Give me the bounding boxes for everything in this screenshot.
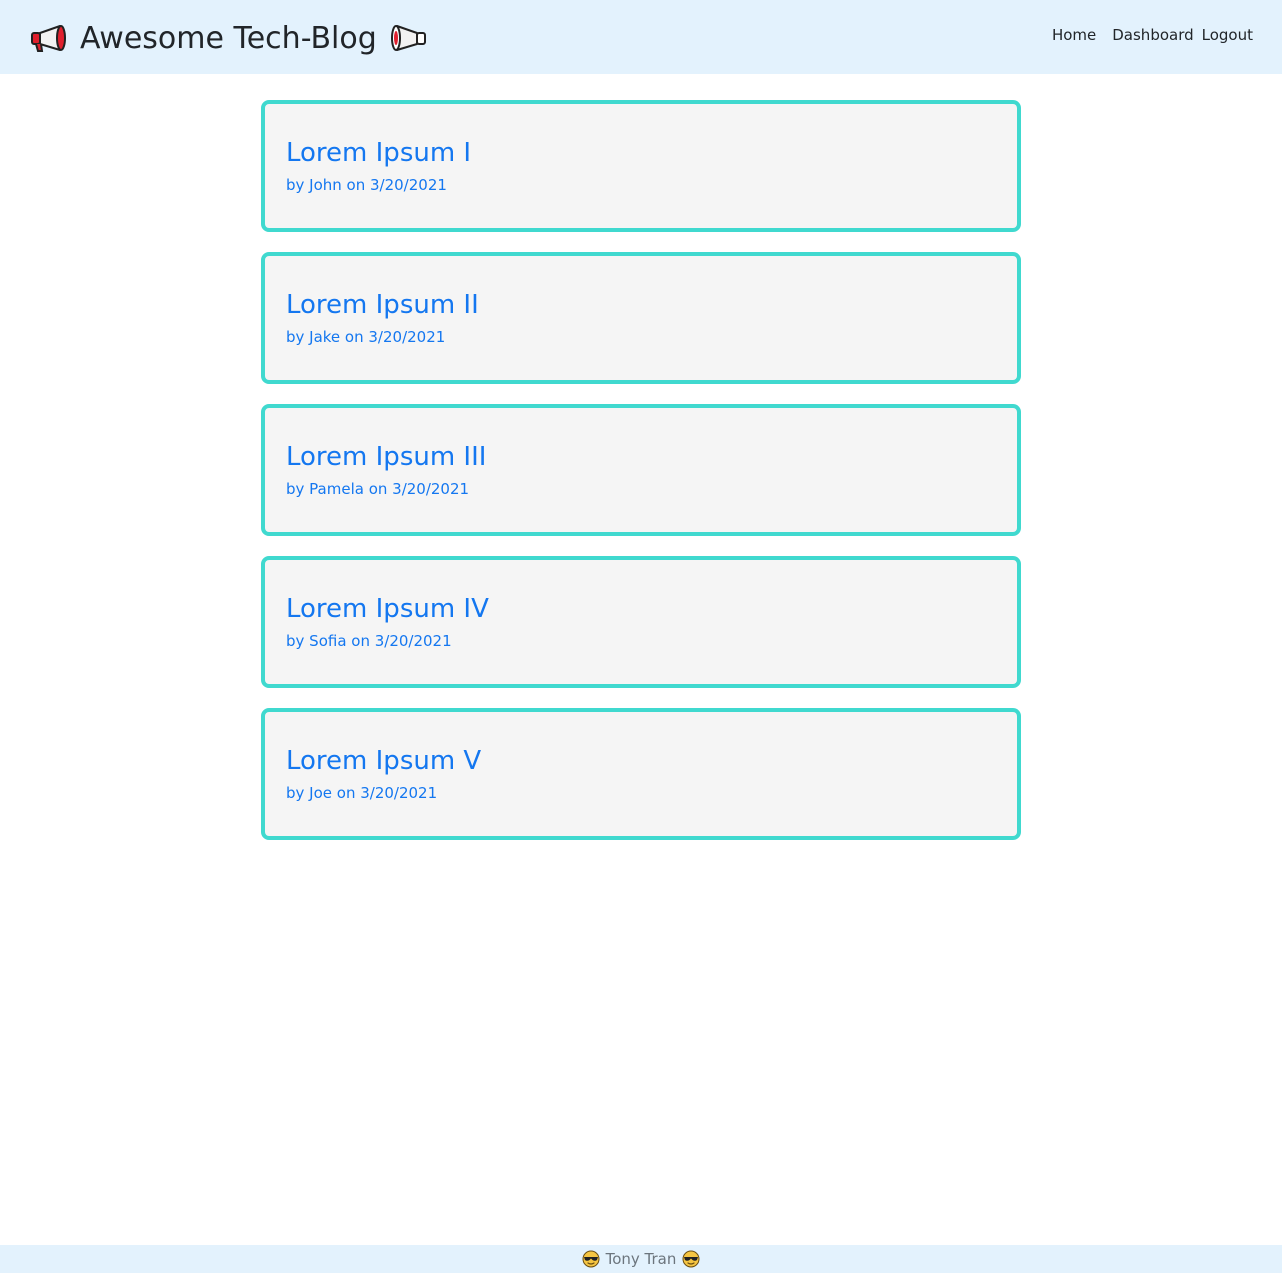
nav-logout-link[interactable]: Logout [1202,26,1253,44]
post-card[interactable]: Lorem Ipsum III by Pamela on 3/20/2021 [261,404,1021,536]
post-card[interactable]: Lorem Ipsum II by Jake on 3/20/2021 [261,252,1021,384]
nav-dashboard-link[interactable]: Dashboard [1112,26,1193,44]
post-card[interactable]: Lorem Ipsum I by John on 3/20/2021 [261,100,1021,232]
sunglasses-face-icon [582,1250,600,1268]
post-meta: by Joe on 3/20/2021 [286,784,438,802]
post-meta: by Pamela on 3/20/2021 [286,480,470,498]
footer: Tony Tran [0,1245,1282,1273]
post-title[interactable]: Lorem Ipsum III [286,438,996,476]
navbar: Awesome Tech-Blog Home Dashboard Logout [0,0,1282,74]
megaphone-icon [389,24,427,52]
nav-links: Home Dashboard Logout [1052,26,1253,44]
sunglasses-face-icon [682,1250,700,1268]
post-list: Lorem Ipsum I by John on 3/20/2021 Lorem… [261,100,1021,860]
post-title[interactable]: Lorem Ipsum I [286,134,996,172]
megaphone-icon [30,24,68,52]
post-meta: by Jake on 3/20/2021 [286,328,446,346]
footer-author: Tony Tran [605,1250,677,1268]
brand-link[interactable]: Awesome Tech-Blog [30,16,427,60]
post-card[interactable]: Lorem Ipsum V by Joe on 3/20/2021 [261,708,1021,840]
site-title: Awesome Tech-Blog [80,20,377,56]
post-title[interactable]: Lorem Ipsum V [286,742,996,780]
post-card[interactable]: Lorem Ipsum IV by Sofia on 3/20/2021 [261,556,1021,688]
post-title[interactable]: Lorem Ipsum IV [286,590,996,628]
nav-home-link[interactable]: Home [1052,26,1096,44]
post-meta: by John on 3/20/2021 [286,176,447,194]
post-title[interactable]: Lorem Ipsum II [286,286,996,324]
post-meta: by Sofia on 3/20/2021 [286,632,452,650]
